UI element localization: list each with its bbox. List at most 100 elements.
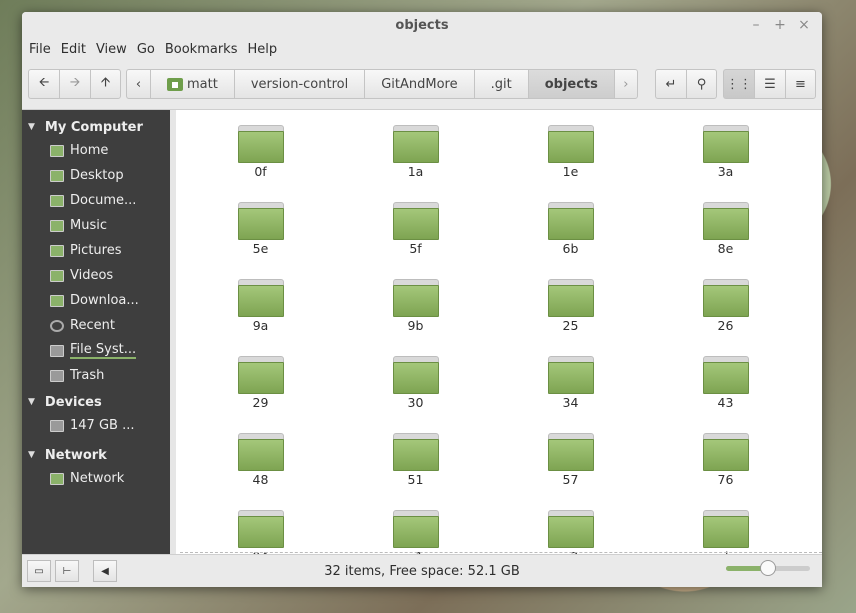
maximize-button[interactable]: + — [772, 17, 788, 33]
sidebar-section-my-computer[interactable]: ▼ My Computer — [22, 116, 170, 138]
breadcrumb-scroll-right[interactable]: › — [613, 69, 638, 99]
folder-item[interactable]: 94 — [183, 510, 338, 555]
arrow-up-icon: 🡩 — [100, 75, 111, 90]
hide-sidebar-button[interactable]: ◀ — [93, 560, 117, 582]
up-button[interactable]: 🡩 — [90, 69, 121, 99]
filesystem-icon — [50, 344, 64, 357]
folder-label: 26 — [717, 318, 734, 333]
breadcrumb-gitandmore[interactable]: GitAndMore — [364, 69, 474, 99]
icon-view-button[interactable]: ⋮⋮ — [723, 69, 754, 99]
forward-button[interactable]: 🡪 — [59, 69, 90, 99]
breadcrumb-scroll-left[interactable]: ‹ — [126, 69, 150, 99]
folder-item[interactable]: 9b — [338, 279, 493, 333]
folder-icon — [237, 125, 284, 163]
sidebar-item-recent[interactable]: Recent — [22, 313, 170, 338]
sidebar-icon: ◀ — [101, 565, 109, 577]
folder-item[interactable]: 9a — [183, 279, 338, 333]
desktop-icon — [50, 169, 64, 182]
divider — [180, 552, 822, 553]
folder-label: 30 — [407, 395, 424, 410]
folder-item[interactable]: 25 — [493, 279, 648, 333]
menu-view[interactable]: View — [91, 42, 132, 57]
breadcrumb-objects[interactable]: objects — [527, 69, 614, 99]
folder-item[interactable]: 34 — [493, 356, 648, 410]
folder-item[interactable]: 8e — [648, 202, 803, 256]
folder-item[interactable]: 48 — [183, 433, 338, 487]
sidebar-item-downloads[interactable]: Downloa... — [22, 288, 170, 313]
back-button[interactable]: 🡨 — [28, 69, 59, 99]
sidebar-item-music[interactable]: Music — [22, 213, 170, 238]
menu-go[interactable]: Go — [132, 42, 160, 57]
search-button[interactable]: ⚲ — [686, 69, 717, 99]
toggle-location-button[interactable]: ↵ — [655, 69, 686, 99]
folder-item[interactable]: 0f — [183, 125, 338, 179]
folder-item[interactable]: cb — [648, 510, 803, 555]
breadcrumb-matt[interactable]: matt — [150, 69, 234, 99]
menu-bookmarks[interactable]: Bookmarks — [160, 42, 243, 57]
folder-item[interactable]: 76 — [648, 433, 803, 487]
folder-item[interactable]: 1e — [493, 125, 648, 179]
trash-icon — [50, 369, 64, 382]
menu-help[interactable]: Help — [242, 42, 282, 57]
nav-buttons: 🡨 🡪 🡩 — [28, 69, 121, 99]
status-text: 32 items, Free space: 52.1 GB — [324, 563, 520, 579]
folder-item[interactable]: 1a — [338, 125, 493, 179]
menu-edit[interactable]: Edit — [56, 42, 91, 57]
sidebar-section-network[interactable]: ▼ Network — [22, 444, 170, 466]
folder-icon — [392, 510, 439, 548]
folder-item[interactable]: a1 — [338, 510, 493, 555]
home-folder-icon — [167, 77, 183, 91]
sidebar-section-devices[interactable]: ▼ Devices — [22, 391, 170, 413]
minimize-button[interactable]: – — [748, 17, 764, 33]
folder-icon — [702, 202, 749, 240]
sidebar-item-filesystem[interactable]: File Syst... — [22, 338, 170, 363]
folder-item[interactable]: 30 — [338, 356, 493, 410]
toolbar: 🡨 🡪 🡩 ‹ matt version-control GitAndMore … — [22, 59, 822, 110]
zoom-slider[interactable] — [726, 560, 810, 576]
sidebar-item-documents[interactable]: Docume... — [22, 188, 170, 213]
folder-icon — [702, 279, 749, 317]
folder-item[interactable]: 51 — [338, 433, 493, 487]
chevron-left-icon: ‹ — [135, 76, 142, 92]
folder-item[interactable]: 5e — [183, 202, 338, 256]
folder-icon — [547, 510, 594, 548]
title-bar[interactable]: objects – + × — [22, 12, 822, 39]
breadcrumb-version-control[interactable]: version-control — [233, 69, 365, 99]
folder-icon — [392, 125, 439, 163]
folder-label: 1e — [562, 164, 579, 179]
breadcrumb-git[interactable]: .git — [473, 69, 528, 99]
folder-icon — [392, 356, 439, 394]
sidebar-item-trash[interactable]: Trash — [22, 363, 170, 388]
pictures-icon — [50, 244, 64, 257]
folder-icon: ▭ — [34, 565, 44, 577]
videos-icon — [50, 269, 64, 282]
show-places-button[interactable]: ▭ — [27, 560, 51, 582]
sidebar-item-videos[interactable]: Videos — [22, 263, 170, 288]
sidebar: ▼ My Computer Home Desktop Docume... Musi… — [22, 110, 170, 555]
sidebar-item-desktop[interactable]: Desktop — [22, 163, 170, 188]
sidebar-item-home[interactable]: Home — [22, 138, 170, 163]
list-view-button[interactable]: ☰ — [754, 69, 785, 99]
folder-item[interactable]: 57 — [493, 433, 648, 487]
folder-item[interactable]: 29 — [183, 356, 338, 410]
folder-item[interactable]: 3a — [648, 125, 803, 179]
folder-item[interactable]: 26 — [648, 279, 803, 333]
folder-item[interactable]: 6b — [493, 202, 648, 256]
folder-item[interactable]: 5f — [338, 202, 493, 256]
folder-view[interactable]: 0f 1a 1e 3a 5e 5f 6b 8e 9a 9b 25 26 29 30 34 43 48 51 57 76… — [170, 110, 822, 555]
sidebar-item-network[interactable]: Network — [22, 466, 170, 491]
sidebar-item-pictures[interactable]: Pictures — [22, 238, 170, 263]
enter-icon: ↵ — [665, 76, 677, 92]
close-button[interactable]: × — [796, 17, 812, 33]
menu-file[interactable]: File — [24, 42, 56, 57]
folder-grid: 0f 1a 1e 3a 5e 5f 6b 8e 9a 9b 25 26 29 30 34 43 48 51 57 76… — [176, 125, 809, 555]
zoom-slider-knob[interactable] — [760, 560, 776, 576]
main-area: ▼ My Computer Home Desktop Docume... Musi… — [22, 110, 822, 555]
triangle-down-icon: ▼ — [28, 397, 35, 407]
folder-icon — [392, 202, 439, 240]
sidebar-item-drive[interactable]: 147 GB ... — [22, 413, 170, 438]
folder-item[interactable]: a3 — [493, 510, 648, 555]
folder-item[interactable]: 43 — [648, 356, 803, 410]
compact-view-button[interactable]: ≡ — [785, 69, 816, 99]
show-tree-button[interactable]: ⊢ — [55, 560, 79, 582]
